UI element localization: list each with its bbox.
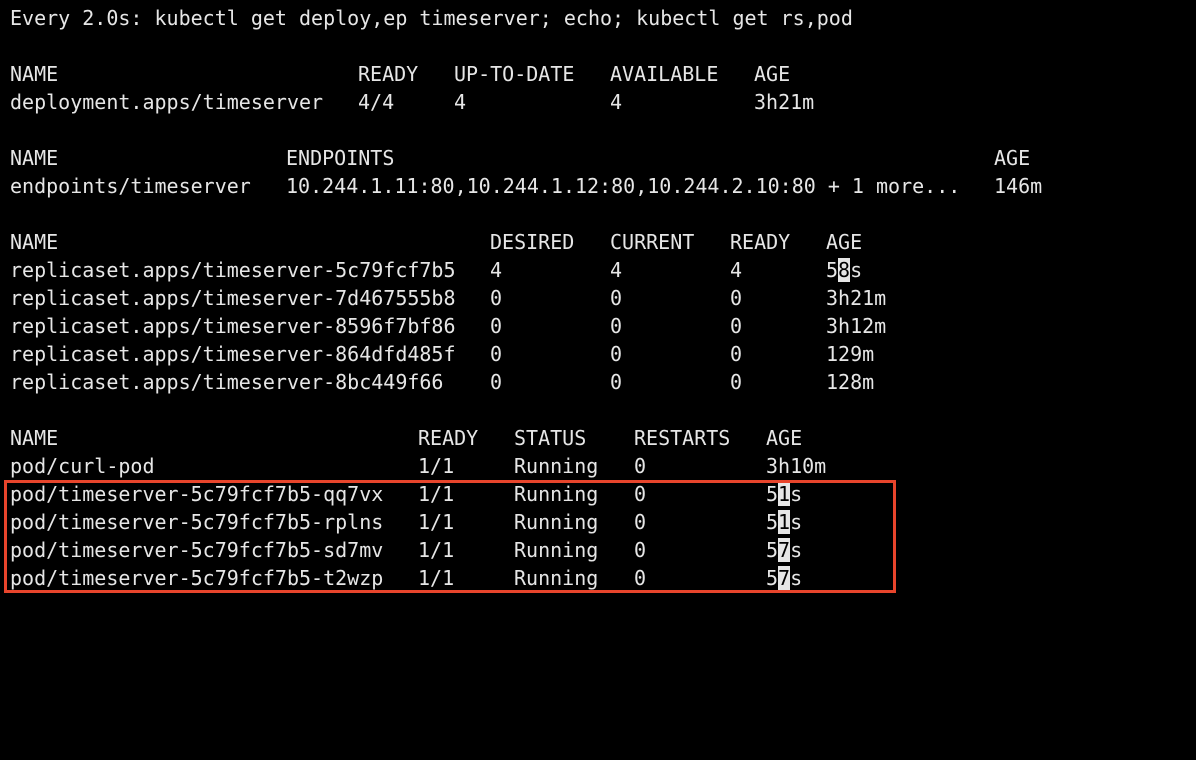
column-header-name: NAME xyxy=(10,62,59,86)
pod-name: pod/timeserver-5c79fcf7b5-rplns xyxy=(10,510,384,534)
replicaset-age: 3h21m xyxy=(826,286,887,310)
replicaset-name: replicaset.apps/timeserver-5c79fcf7b5 xyxy=(10,258,456,282)
watch-command-header: Every 2.0s: kubectl get deploy,ep timese… xyxy=(10,6,853,30)
replicaset-ready: 4 xyxy=(730,258,743,282)
pod-age: 51s xyxy=(766,482,803,506)
replicaset-current: 0 xyxy=(610,342,623,366)
pod-row: pod/timeserver-5c79fcf7b5-sd7mv 1/1 Runn… xyxy=(10,536,802,564)
changed-character-highlight: 8 xyxy=(838,258,851,282)
changed-character-highlight: 7 xyxy=(778,538,791,562)
replicaset-current: 0 xyxy=(610,314,623,338)
replicaset-ready: 0 xyxy=(730,370,743,394)
replicaset-row: replicaset.apps/timeserver-864dfd485f 0 … xyxy=(10,340,874,368)
column-header-up-to-date: UP-TO-DATE xyxy=(454,62,575,86)
column-header-ready: READY xyxy=(730,230,791,254)
pod-name: pod/curl-pod xyxy=(10,454,155,478)
deployment-ready: 4/4 xyxy=(358,90,395,114)
replicaset-age: 129m xyxy=(826,342,875,366)
pod-age: 57s xyxy=(766,538,803,562)
pod-restarts: 0 xyxy=(634,482,647,506)
column-header-ready: READY xyxy=(418,426,479,450)
endpoints-name: endpoints/timeserver xyxy=(10,174,251,198)
deployment-available: 4 xyxy=(610,90,623,114)
replicaset-ready: 0 xyxy=(730,342,743,366)
replicaset-name: replicaset.apps/timeserver-8bc449f66 xyxy=(10,370,444,394)
pod-status: Running xyxy=(514,566,599,590)
deployment-header-row: NAME READY UP-TO-DATE AVAILABLE AGE xyxy=(10,60,790,88)
replicasets-header-row: NAME DESIRED CURRENT READY AGE xyxy=(10,228,862,256)
column-header-restarts: RESTARTS xyxy=(634,426,731,450)
replicaset-desired: 0 xyxy=(490,286,503,310)
replicaset-row: replicaset.apps/timeserver-8596f7bf86 0 … xyxy=(10,312,886,340)
replicaset-age: 128m xyxy=(826,370,875,394)
pod-ready: 1/1 xyxy=(418,482,455,506)
endpoints-age: 146m xyxy=(994,174,1043,198)
pod-restarts: 0 xyxy=(634,510,647,534)
replicaset-ready: 0 xyxy=(730,314,743,338)
replicaset-desired: 4 xyxy=(490,258,503,282)
changed-character-highlight: 1 xyxy=(778,510,791,534)
replicaset-desired: 0 xyxy=(490,370,503,394)
replicaset-name: replicaset.apps/timeserver-864dfd485f xyxy=(10,342,456,366)
pod-ready: 1/1 xyxy=(418,454,455,478)
deployment-age: 3h21m xyxy=(754,90,815,114)
pod-status: Running xyxy=(514,538,599,562)
pod-row: pod/timeserver-5c79fcf7b5-rplns 1/1 Runn… xyxy=(10,508,802,536)
pod-status: Running xyxy=(514,482,599,506)
changed-character-highlight: 7 xyxy=(778,566,791,590)
pods-header-row: NAME READY STATUS RESTARTS AGE xyxy=(10,424,802,452)
pod-restarts: 0 xyxy=(634,538,647,562)
column-header-age: AGE xyxy=(826,230,863,254)
endpoints-header-row: NAME ENDPOINTS AGE xyxy=(10,144,1030,172)
column-header-age: AGE xyxy=(766,426,803,450)
pod-row: pod/timeserver-5c79fcf7b5-t2wzp 1/1 Runn… xyxy=(10,564,802,592)
column-header-age: AGE xyxy=(994,146,1031,170)
replicaset-row: replicaset.apps/timeserver-8bc449f66 0 0… xyxy=(10,368,874,396)
column-header-status: STATUS xyxy=(514,426,587,450)
replicaset-desired: 0 xyxy=(490,342,503,366)
pod-status: Running xyxy=(514,454,599,478)
pod-name: pod/timeserver-5c79fcf7b5-sd7mv xyxy=(10,538,384,562)
deployment-name: deployment.apps/timeserver xyxy=(10,90,324,114)
pod-ready: 1/1 xyxy=(418,510,455,534)
replicaset-row: replicaset.apps/timeserver-5c79fcf7b5 4 … xyxy=(10,256,862,284)
endpoints-row: endpoints/timeserver 10.244.1.11:80,10.2… xyxy=(10,172,1042,200)
replicaset-ready: 0 xyxy=(730,286,743,310)
terminal-window: Every 2.0s: kubectl get deploy,ep timese… xyxy=(0,0,1196,600)
replicaset-desired: 0 xyxy=(490,314,503,338)
pod-age: 51s xyxy=(766,510,803,534)
replicaset-current: 0 xyxy=(610,370,623,394)
replicaset-age: 3h12m xyxy=(826,314,887,338)
pod-age: 57s xyxy=(766,566,803,590)
column-header-current: CURRENT xyxy=(610,230,695,254)
replicaset-current: 4 xyxy=(610,258,623,282)
column-header-desired: DESIRED xyxy=(490,230,575,254)
pod-ready: 1/1 xyxy=(418,538,455,562)
replicaset-name: replicaset.apps/timeserver-7d467555b8 xyxy=(10,286,456,310)
column-header-name: NAME xyxy=(10,146,59,170)
replicaset-age: 58s xyxy=(826,258,863,282)
replicaset-current: 0 xyxy=(610,286,623,310)
changed-character-highlight: 1 xyxy=(778,482,791,506)
pod-age: 3h10m xyxy=(766,454,827,478)
pod-ready: 1/1 xyxy=(418,566,455,590)
column-header-available: AVAILABLE xyxy=(610,62,719,86)
column-header-age: AGE xyxy=(754,62,791,86)
column-header-name: NAME xyxy=(10,426,59,450)
endpoints-list: 10.244.1.11:80,10.244.1.12:80,10.244.2.1… xyxy=(286,174,961,198)
pod-name: pod/timeserver-5c79fcf7b5-qq7vx xyxy=(10,482,384,506)
pod-row: pod/curl-pod 1/1 Running 0 3h10m xyxy=(10,452,826,480)
pod-restarts: 0 xyxy=(634,454,647,478)
column-header-name: NAME xyxy=(10,230,59,254)
replicaset-name: replicaset.apps/timeserver-8596f7bf86 xyxy=(10,314,456,338)
replicaset-row: replicaset.apps/timeserver-7d467555b8 0 … xyxy=(10,284,886,312)
column-header-ready: READY xyxy=(358,62,419,86)
pod-row: pod/timeserver-5c79fcf7b5-qq7vx 1/1 Runn… xyxy=(10,480,802,508)
column-header-endpoints: ENDPOINTS xyxy=(286,146,395,170)
pod-status: Running xyxy=(514,510,599,534)
pod-restarts: 0 xyxy=(634,566,647,590)
pod-name: pod/timeserver-5c79fcf7b5-t2wzp xyxy=(10,566,384,590)
deployment-up-to-date: 4 xyxy=(454,90,467,114)
deployment-row: deployment.apps/timeserver 4/4 4 4 3h21m xyxy=(10,88,814,116)
